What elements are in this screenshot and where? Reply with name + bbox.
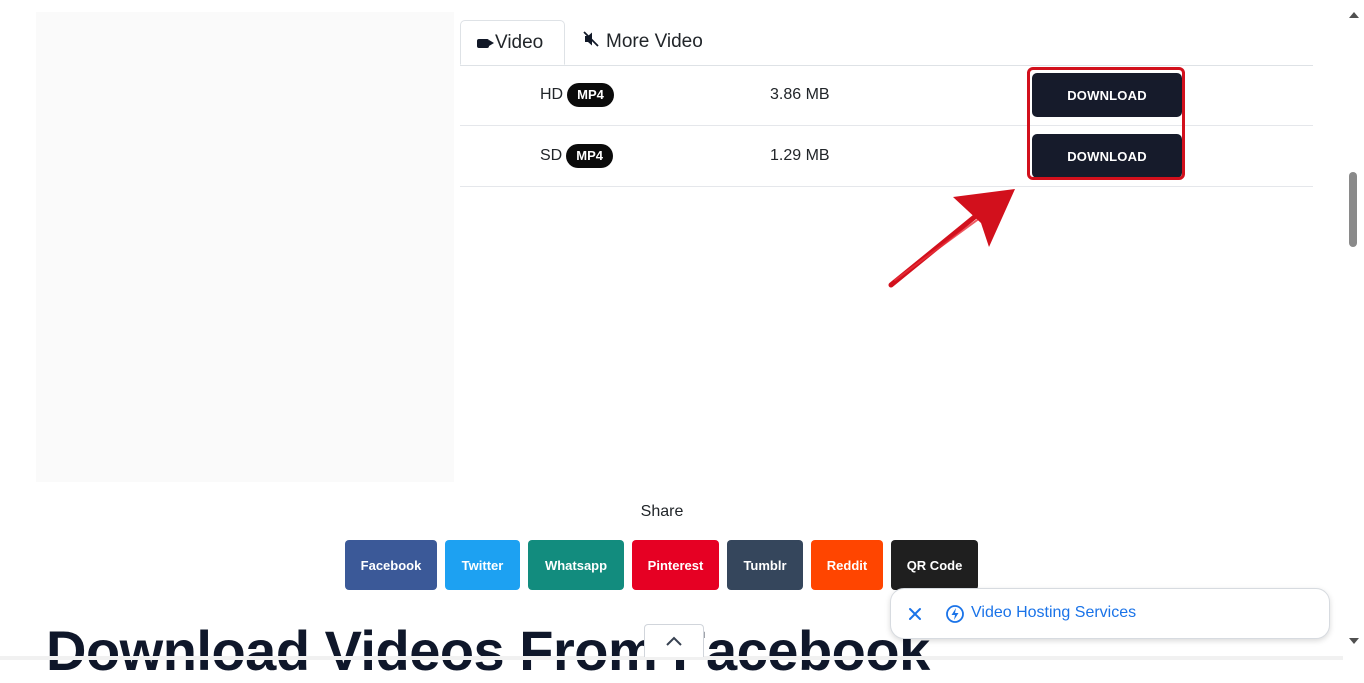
share-facebook-button[interactable]: Facebook [345,540,437,590]
lightning-icon [946,605,964,623]
share-pinterest-button[interactable]: Pinterest [632,540,719,590]
share-qr-code-button[interactable]: QR Code [891,540,978,590]
quality-cell: HD MP4 [540,65,660,125]
scroll-up-arrow[interactable] [1349,12,1359,18]
format-badge: MP4 [567,83,614,107]
quality-label: HD [540,86,564,103]
tab-video[interactable]: Video [460,20,565,65]
share-twitter-button[interactable]: Twitter [445,540,520,590]
download-sd-button[interactable]: DOWNLOAD [1032,134,1182,178]
tab-more-video-label: More Video [606,31,703,52]
chevron-up-icon [666,636,682,646]
download-row: SD MP4 1.29 MB DOWNLOAD [460,126,1313,187]
tab-video-label: Video [495,31,544,53]
tab-more-video[interactable]: More Video [580,20,703,64]
file-size: 3.86 MB [770,86,830,103]
scroll-thumb[interactable] [1349,172,1357,247]
download-hd-button[interactable]: DOWNLOAD [1032,73,1182,117]
video-camera-icon [477,32,494,54]
download-row: HD MP4 3.86 MB DOWNLOAD [460,65,1313,126]
download-tabs: Video More Video [460,20,1313,66]
share-reddit-button[interactable]: Reddit [811,540,883,590]
page-headline: Download Videos From Facebook [46,619,930,682]
notification-pill: Video Hosting Services [890,588,1330,639]
share-whatsapp-button[interactable]: Whatsapp [528,540,624,590]
red-arrow-annotation [888,189,1015,288]
back-to-top-button[interactable] [644,624,704,657]
video-thumbnail-panel [36,12,454,482]
notification-link[interactable]: Video Hosting Services [971,604,1136,622]
scroll-down-arrow[interactable] [1349,638,1359,644]
format-badge: MP4 [566,144,613,168]
close-icon[interactable] [903,602,927,626]
quality-label: SD [540,147,563,164]
quality-cell: SD MP4 [540,126,660,186]
scrollbar[interactable] [1343,0,1364,660]
file-size: 1.29 MB [770,147,830,164]
share-label: Share [640,503,684,520]
muted-speaker-icon [582,30,600,54]
share-tumblr-button[interactable]: Tumblr [727,540,803,590]
